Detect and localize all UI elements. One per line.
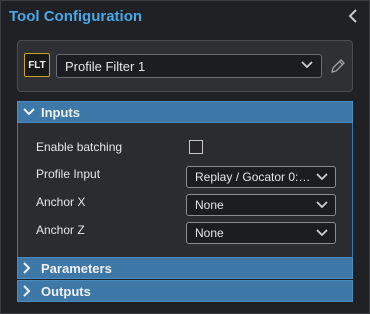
tool-select[interactable]: Profile Filter 1 (56, 54, 322, 78)
collapse-button[interactable] (345, 6, 361, 26)
anchor-z-label: Anchor Z (36, 223, 85, 237)
section-header-inputs[interactable]: Inputs (17, 101, 353, 123)
tool-selector-box: FLT Profile Filter 1 (17, 40, 353, 92)
enable-batching-checkbox[interactable] (189, 140, 203, 154)
rename-tool-button[interactable] (329, 57, 347, 75)
chevron-down-icon (316, 173, 328, 181)
panel-title: Tool Configuration (9, 8, 143, 25)
anchor-x-value: None (195, 198, 224, 212)
section-label-parameters: Parameters (41, 260, 112, 276)
pencil-icon (331, 59, 345, 73)
chevron-right-icon (23, 285, 31, 297)
enable-batching-label: Enable batching (36, 140, 123, 154)
profile-input-dropdown[interactable]: Replay / Gocator 0: Profile (186, 166, 336, 188)
section-header-outputs[interactable]: Outputs (17, 280, 353, 302)
anchor-z-dropdown[interactable]: None (186, 222, 336, 244)
section-label-outputs: Outputs (41, 283, 91, 299)
chevron-left-icon (348, 9, 357, 23)
profile-input-label: Profile Input (36, 167, 101, 181)
chevron-down-icon (23, 108, 35, 116)
anchor-x-dropdown[interactable]: None (186, 194, 336, 216)
anchor-x-label: Anchor X (36, 195, 86, 209)
tool-select-value: Profile Filter 1 (65, 58, 146, 74)
profile-input-value: Replay / Gocator 0: Profile (195, 170, 313, 184)
chevron-down-icon (316, 229, 328, 237)
anchor-z-value: None (195, 226, 224, 240)
tool-configuration-panel: Tool Configuration FLT Profile Filter 1 … (0, 0, 370, 314)
chevron-right-icon (23, 262, 31, 274)
inputs-section-body: Enable batching Profile Input Replay / G… (17, 123, 353, 257)
tool-type-badge: FLT (24, 53, 50, 77)
chevron-down-icon (301, 61, 313, 69)
chevron-down-icon (316, 201, 328, 209)
section-label-inputs: Inputs (41, 104, 80, 120)
section-header-parameters[interactable]: Parameters (17, 257, 353, 279)
